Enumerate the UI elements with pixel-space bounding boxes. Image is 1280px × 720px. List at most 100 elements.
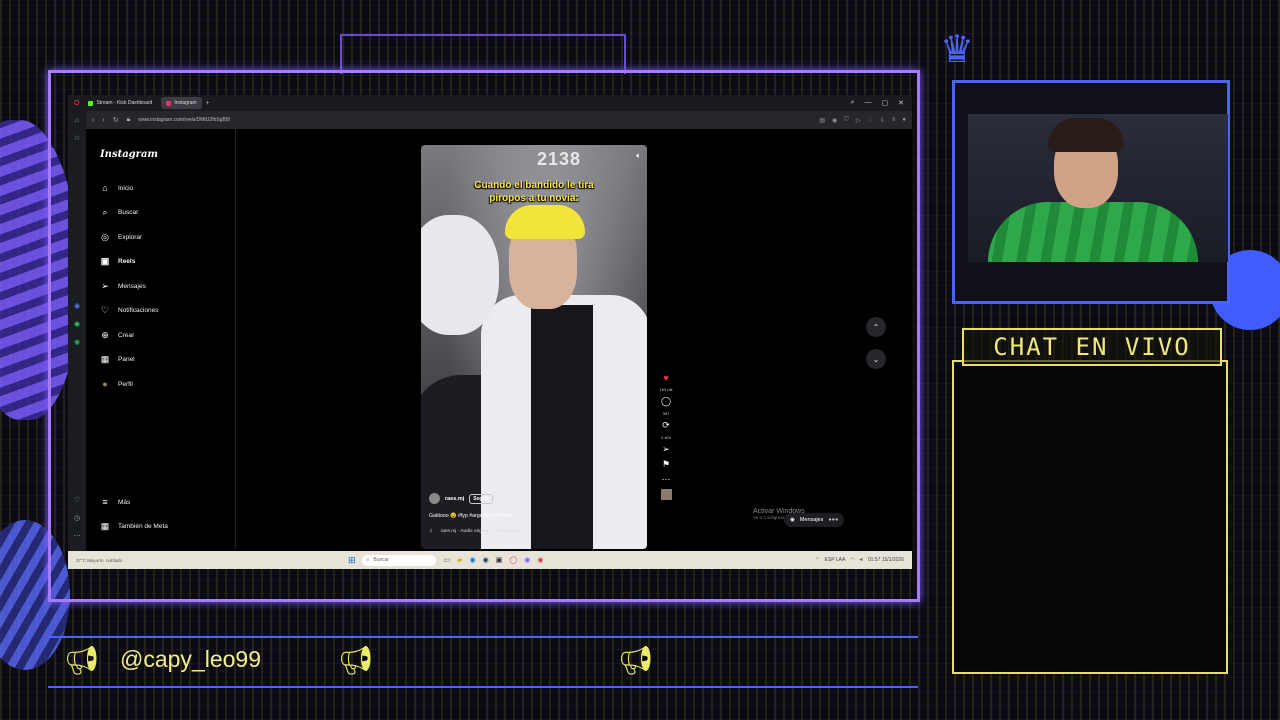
- camera-icon[interactable]: ◉: [832, 117, 837, 124]
- home-icon[interactable]: ⌂: [75, 117, 79, 124]
- streamer-handle: @capy_leo99: [120, 646, 261, 672]
- address-bar: ‹ › ↻ 🔒︎ www.instagram.com/reels/DMtU2fb…: [68, 111, 912, 129]
- top-frame-decoration: [340, 34, 626, 74]
- compass-icon: ◎: [101, 232, 109, 242]
- profile-icon[interactable]: ●: [902, 117, 906, 124]
- download-icon[interactable]: ⇩: [880, 117, 885, 124]
- back-icon[interactable]: ‹: [92, 117, 94, 124]
- tab-bar: O Stream - Kick Dashboard Instagram + ⌕ …: [68, 95, 912, 111]
- music-icon: ♫: [429, 529, 433, 534]
- messenger-icon[interactable]: ◉: [74, 302, 80, 310]
- instagram-logo[interactable]: Instagram: [100, 149, 158, 160]
- weather-widget[interactable]: 37°C Mayorm. nublado: [68, 558, 348, 563]
- language-indicator[interactable]: ESP LAA: [825, 557, 846, 563]
- taskbar-search[interactable]: ⌕ Buscar: [361, 554, 436, 566]
- tab-instagram[interactable]: Instagram: [161, 97, 202, 109]
- forward-icon[interactable]: ›: [102, 117, 104, 124]
- nav-panel[interactable]: ▦ Panel: [100, 354, 135, 365]
- reels-icon: ▣: [100, 256, 110, 266]
- clock[interactable]: 01:57 15/1/2026: [868, 557, 904, 563]
- nav-reels[interactable]: ▣ Reels: [100, 256, 136, 267]
- video-overlay-number: 2138: [537, 149, 582, 169]
- whatsapp-icon[interactable]: ◉: [74, 320, 80, 328]
- next-reel-button[interactable]: ⌄: [866, 349, 886, 369]
- crown-decoration: ♛: [940, 29, 975, 71]
- menu-icon: ≡: [102, 497, 108, 507]
- username[interactable]: raes.mj: [445, 496, 464, 502]
- tab-kick-dashboard[interactable]: Stream - Kick Dashboard: [83, 97, 157, 109]
- webcam-feed: [968, 114, 1228, 262]
- extensions-icon[interactable]: ▤: [819, 117, 825, 124]
- close-icon[interactable]: ✕: [898, 99, 904, 107]
- reel-video[interactable]: 2138 Cuando el bandido le tira piropos a…: [421, 145, 647, 549]
- video-person-cap: [505, 205, 585, 239]
- audio-thumbnail[interactable]: [660, 489, 672, 500]
- repost-icon[interactable]: ⟳: [662, 420, 670, 431]
- nav-tambien-de-meta[interactable]: ▦ También de Meta: [100, 521, 168, 532]
- shield-icon[interactable]: ⛉: [844, 117, 849, 124]
- opera-logo-icon: O: [74, 99, 80, 107]
- megaphone-icon: 📢︎: [64, 645, 100, 676]
- nav-buscar[interactable]: ⌕ Buscar: [100, 207, 138, 218]
- app-icon[interactable]: ▣: [496, 556, 503, 564]
- reel-audio-row: ♫ raes.mj · Audio original 2 personas: [429, 529, 521, 534]
- share-icon[interactable]: ➢: [662, 444, 670, 455]
- nav-inicio[interactable]: ⌂ Inicio: [100, 183, 133, 193]
- discord-icon[interactable]: ◉: [524, 556, 530, 564]
- windows-start-icon[interactable]: ⊞: [348, 555, 356, 566]
- volume-icon[interactable]: 🔊︎: [860, 557, 863, 563]
- chevron-up-icon[interactable]: ⌃: [815, 557, 819, 563]
- reload-icon[interactable]: ↻: [113, 116, 119, 124]
- previous-reel-button[interactable]: ⌃: [866, 317, 886, 337]
- wifi-icon[interactable]: ◠: [850, 557, 854, 563]
- nav-label: Más: [118, 498, 131, 506]
- minimize-icon[interactable]: —: [865, 99, 872, 107]
- kick-icon: [88, 100, 94, 106]
- menu-icon[interactable]: ≡: [892, 117, 896, 124]
- opera-icon[interactable]: ◯: [509, 556, 517, 564]
- nav-mensajes[interactable]: ➢ Mensajes: [100, 281, 146, 292]
- nav-notificaciones[interactable]: ♡ Notificaciones: [100, 305, 159, 316]
- messages-pill[interactable]: ◉ Mensajes ●●●: [784, 513, 845, 527]
- url-field[interactable]: www.instagram.com/reels/DMtU2fbSgB8/: [138, 117, 230, 123]
- tab-label: Stream - Kick Dashboard: [96, 100, 153, 106]
- spotify-icon[interactable]: ◉: [74, 338, 80, 346]
- file-explorer-icon[interactable]: ▰: [457, 556, 462, 564]
- nav-crear[interactable]: ⊕ Crear: [100, 330, 134, 341]
- taskbar-apps: ▭ ▰ ◉ ◉ ▣ ◯ ◉ ◉: [444, 556, 544, 564]
- dashboard-icon: ▦: [100, 354, 110, 364]
- more-options-icon[interactable]: ⋯: [662, 474, 671, 485]
- search-tabs-icon[interactable]: ⌕: [851, 99, 855, 107]
- steam-icon[interactable]: ◉: [483, 556, 489, 564]
- audio-label[interactable]: raes.mj · Audio original: [441, 529, 490, 534]
- address-bar-actions: ▤ ◉ ⛉ ▷ ♡ ⇩ ≡ ●: [819, 117, 912, 124]
- nav-mas[interactable]: ≡ Más: [100, 497, 130, 507]
- tagged-people[interactable]: 2 personas: [497, 529, 521, 534]
- star-icon[interactable]: ☆: [74, 134, 80, 142]
- volume-icon[interactable]: 🔈︎: [636, 151, 641, 161]
- maximize-icon[interactable]: ▢: [882, 99, 889, 107]
- nav-label: Mensajes: [118, 283, 146, 290]
- comment-icon[interactable]: ◯: [661, 396, 671, 407]
- more-icon[interactable]: ⋯: [74, 532, 81, 540]
- nav-perfil[interactable]: ● Perfil: [100, 379, 133, 389]
- nav-explorar[interactable]: ◎ Explorar: [100, 232, 142, 243]
- bookmark-heart-icon[interactable]: ♡: [867, 117, 872, 124]
- edge-icon[interactable]: ◉: [470, 556, 476, 564]
- new-tab-button[interactable]: +: [206, 100, 210, 107]
- task-view-icon[interactable]: ▭: [444, 556, 451, 564]
- caption-line: piropos a tu novia:: [489, 193, 579, 204]
- heart-icon[interactable]: ♡: [74, 496, 80, 504]
- avatar[interactable]: [429, 493, 440, 504]
- like-icon[interactable]: ♥: [663, 373, 668, 383]
- history-icon[interactable]: ◷: [74, 514, 80, 522]
- follow-button[interactable]: Seguir: [469, 493, 493, 504]
- save-icon[interactable]: ⚑: [662, 459, 670, 470]
- play-icon[interactable]: ▷: [856, 117, 861, 124]
- obs-icon[interactable]: ◉: [537, 556, 543, 564]
- search-placeholder: Buscar: [373, 557, 389, 563]
- reel-author: raes.mj Seguir: [429, 493, 493, 504]
- avatar-icon: ●: [102, 379, 108, 389]
- reel-actions: ♥ 163 mil ◯ 357 ⟳ 2.404 ➢ ⚑ ⋯: [656, 373, 676, 500]
- browser-window: O Stream - Kick Dashboard Instagram + ⌕ …: [68, 95, 912, 569]
